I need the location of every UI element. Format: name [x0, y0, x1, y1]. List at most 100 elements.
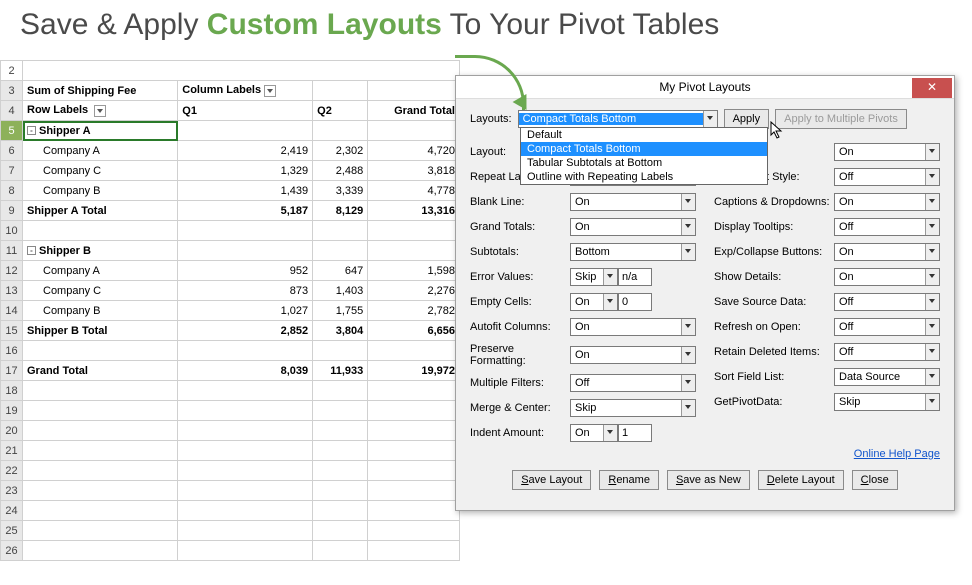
chevron-down-icon[interactable]: [603, 294, 617, 310]
dropdown-option[interactable]: Compact Totals Bottom: [521, 142, 767, 156]
field-dropdown[interactable]: Off: [834, 318, 940, 336]
field-dropdown[interactable]: Skip: [834, 393, 940, 411]
row-header[interactable]: 19: [1, 401, 23, 421]
pivot-cell[interactable]: [23, 461, 178, 481]
chevron-down-icon[interactable]: [925, 144, 939, 160]
close-button[interactable]: ✕: [912, 78, 952, 98]
chevron-down-icon[interactable]: [603, 425, 617, 441]
row-labels-cell[interactable]: Row Labels: [23, 101, 178, 121]
row-header[interactable]: 25: [1, 521, 23, 541]
filter-icon[interactable]: [264, 85, 276, 97]
pivot-cell[interactable]: [313, 441, 368, 461]
field-dropdown[interactable]: On: [570, 293, 618, 311]
row-header[interactable]: 17: [1, 361, 23, 381]
chevron-down-icon[interactable]: [681, 194, 695, 210]
pivot-cell[interactable]: 1,403: [313, 281, 368, 301]
pivot-cell[interactable]: [313, 381, 368, 401]
field-input[interactable]: [618, 424, 652, 442]
field-dropdown[interactable]: Skip: [570, 399, 696, 417]
pivot-cell[interactable]: [368, 481, 460, 501]
row-header[interactable]: 24: [1, 501, 23, 521]
pivot-cell[interactable]: [23, 341, 178, 361]
row-header[interactable]: 11: [1, 241, 23, 261]
save-layout-button[interactable]: Save Layout: [512, 470, 591, 490]
pivot-cell[interactable]: [23, 401, 178, 421]
row-header[interactable]: 26: [1, 541, 23, 561]
pivot-cell[interactable]: [313, 221, 368, 241]
layouts-dropdown-list[interactable]: DefaultCompact Totals BottomTabular Subt…: [520, 127, 768, 185]
column-labels-cell[interactable]: Column Labels: [178, 81, 313, 101]
pivot-cell[interactable]: [178, 341, 313, 361]
pivot-cell[interactable]: [368, 521, 460, 541]
pivot-cell[interactable]: [178, 461, 313, 481]
pivot-cell[interactable]: 13,316: [368, 201, 460, 221]
pivot-cell[interactable]: 8,039: [178, 361, 313, 381]
expand-icon[interactable]: -: [27, 126, 36, 135]
field-dropdown[interactable]: On: [834, 143, 940, 161]
pivot-cell[interactable]: [23, 521, 178, 541]
chevron-down-icon[interactable]: [925, 269, 939, 285]
pivot-cell[interactable]: [23, 501, 178, 521]
pivot-cell[interactable]: [178, 241, 313, 261]
rename-button[interactable]: Rename: [599, 470, 659, 490]
pivot-cell[interactable]: [313, 461, 368, 481]
pivot-cell[interactable]: [313, 541, 368, 561]
pivot-cell[interactable]: 5,187: [178, 201, 313, 221]
pivot-cell[interactable]: [23, 221, 178, 241]
row-header[interactable]: 18: [1, 381, 23, 401]
help-link[interactable]: Online Help Page: [470, 448, 940, 460]
apply-multiple-button[interactable]: Apply to Multiple Pivots: [775, 109, 907, 129]
dropdown-option[interactable]: Outline with Repeating Labels: [521, 170, 767, 184]
layouts-dropdown[interactable]: Compact Totals Bottom: [518, 110, 718, 128]
pivot-cell[interactable]: Company B: [23, 181, 178, 201]
pivot-cell[interactable]: [178, 401, 313, 421]
pivot-cell[interactable]: [368, 501, 460, 521]
field-dropdown[interactable]: On: [834, 268, 940, 286]
pivot-cell[interactable]: [368, 421, 460, 441]
chevron-down-icon[interactable]: [925, 319, 939, 335]
filter-icon[interactable]: [94, 105, 106, 117]
row-header[interactable]: 10: [1, 221, 23, 241]
pivot-cell[interactable]: 2,488: [313, 161, 368, 181]
close-button[interactable]: Close: [852, 470, 898, 490]
pivot-cell[interactable]: 1,439: [178, 181, 313, 201]
pivot-cell[interactable]: Company C: [23, 281, 178, 301]
pivot-cell[interactable]: [23, 541, 178, 561]
pivot-cell[interactable]: [178, 121, 313, 141]
field-dropdown[interactable]: Data Source: [834, 368, 940, 386]
field-dropdown[interactable]: Off: [570, 374, 696, 392]
pivot-cell[interactable]: 6,656: [368, 321, 460, 341]
chevron-down-icon[interactable]: [681, 219, 695, 235]
field-input[interactable]: [618, 268, 652, 286]
row-header[interactable]: 8: [1, 181, 23, 201]
field-dropdown[interactable]: On: [834, 193, 940, 211]
field-dropdown[interactable]: On: [570, 318, 696, 336]
pivot-cell[interactable]: [368, 341, 460, 361]
pivot-cell[interactable]: [313, 501, 368, 521]
pivot-cell[interactable]: [368, 461, 460, 481]
pivot-cell[interactable]: [368, 221, 460, 241]
pivot-cell[interactable]: [368, 541, 460, 561]
field-dropdown[interactable]: Bottom: [570, 243, 696, 261]
pivot-cell[interactable]: 1,755: [313, 301, 368, 321]
measure-cell[interactable]: Sum of Shipping Fee: [23, 81, 178, 101]
field-dropdown[interactable]: Skip: [570, 268, 618, 286]
pivot-cell[interactable]: 2,419: [178, 141, 313, 161]
pivot-cell[interactable]: 3,818: [368, 161, 460, 181]
chevron-down-icon[interactable]: [925, 344, 939, 360]
pivot-cell[interactable]: 1,598: [368, 261, 460, 281]
pivot-cell[interactable]: [313, 341, 368, 361]
field-input[interactable]: [618, 293, 652, 311]
pivot-cell[interactable]: [313, 401, 368, 421]
pivot-cell[interactable]: Company A: [23, 261, 178, 281]
row-header[interactable]: 12: [1, 261, 23, 281]
pivot-cell[interactable]: [178, 501, 313, 521]
pivot-cell[interactable]: -Shipper B: [23, 241, 178, 261]
chevron-down-icon[interactable]: [925, 194, 939, 210]
pivot-cell[interactable]: [178, 541, 313, 561]
pivot-cell[interactable]: Company B: [23, 301, 178, 321]
pivot-cell[interactable]: [368, 441, 460, 461]
pivot-cell[interactable]: [178, 221, 313, 241]
pivot-cell[interactable]: [23, 421, 178, 441]
field-dropdown[interactable]: Off: [834, 218, 940, 236]
